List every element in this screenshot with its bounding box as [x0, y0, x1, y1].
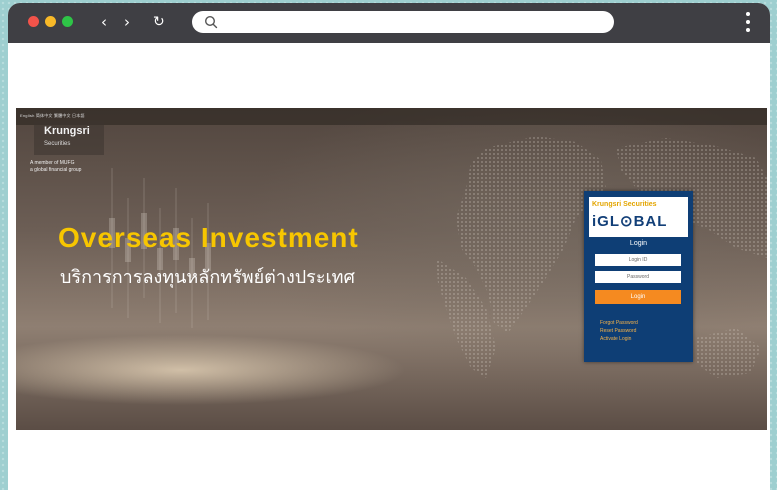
more-vertical-icon[interactable]: [743, 11, 753, 35]
login-panel: Krungsri Securities iGL⊙BAL Login Login …: [584, 191, 693, 362]
headline: Overseas Investment: [58, 222, 359, 253]
brand-main-text: iGL⊙BAL: [592, 213, 668, 230]
member-line-1: A member of MUFG: [30, 160, 75, 166]
search-icon: [204, 15, 218, 29]
language-bar: English 简体中文 繁體中文 日本語: [16, 108, 767, 125]
member-line-2: a global financial group: [30, 167, 82, 173]
forgot-password-link[interactable]: Forgot Password: [600, 320, 638, 326]
brand-top-text: Krungsri Securities: [592, 201, 657, 208]
bank-name: Krungsri: [44, 125, 90, 137]
login-button[interactable]: Login: [595, 290, 681, 304]
browser-window: ‹ › ↻ English 简体中文 繁體中文 日本語 Krungsri Sec…: [8, 3, 770, 490]
minimize-window-button[interactable]: [45, 16, 56, 27]
subheadline: บริการการลงทุนหลักทรัพย์ต่างประเทศ: [60, 267, 355, 287]
language-links[interactable]: English 简体中文 繁體中文 日本語: [20, 113, 85, 119]
browser-titlebar: ‹ › ↻: [8, 3, 770, 43]
password-input[interactable]: [595, 271, 681, 283]
hero-banner: English 简体中文 繁體中文 日本語 Krungsri Securitie…: [16, 108, 767, 430]
iglobal-logo: Krungsri Securities iGL⊙BAL: [589, 197, 688, 237]
close-window-button[interactable]: [28, 16, 39, 27]
bank-subname: Securities: [44, 141, 71, 147]
activate-login-link[interactable]: Activate Login: [600, 336, 631, 342]
login-id-input[interactable]: [595, 254, 681, 266]
reload-button[interactable]: ↻: [153, 11, 165, 33]
maximize-window-button[interactable]: [62, 16, 73, 27]
reset-password-link[interactable]: Reset Password: [600, 328, 636, 334]
address-bar[interactable]: [192, 11, 614, 33]
back-button[interactable]: ‹: [101, 11, 107, 33]
login-title: Login: [629, 240, 648, 247]
forward-button[interactable]: ›: [124, 11, 130, 33]
bank-logo: Krungsri Securities: [34, 121, 104, 155]
